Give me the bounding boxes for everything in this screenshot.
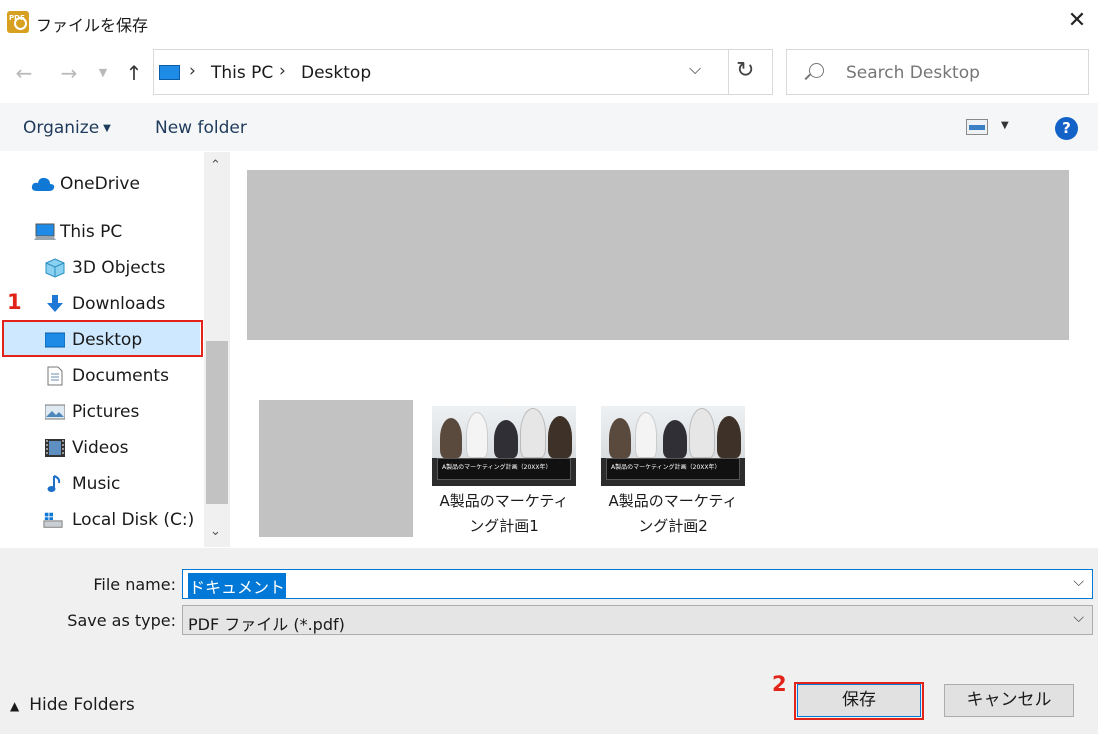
file-thumbnail[interactable]: A製品のマーケティング計画（20XX年） bbox=[601, 406, 745, 486]
caret-down-icon[interactable]: ▼ bbox=[1001, 120, 1009, 131]
search-icon bbox=[809, 63, 824, 78]
step-2-number: 2 bbox=[772, 672, 787, 696]
close-icon[interactable]: ✕ bbox=[1064, 8, 1090, 34]
app-icon-text: PDF bbox=[9, 14, 25, 22]
step-1-highlight bbox=[2, 320, 203, 357]
document-icon bbox=[47, 366, 63, 386]
divider bbox=[728, 50, 729, 94]
computer-icon bbox=[34, 223, 56, 240]
sidebar-item-onedrive[interactable]: OneDrive bbox=[0, 166, 198, 200]
chevron-down-icon[interactable]: ⌄ bbox=[210, 524, 221, 539]
cancel-button[interactable]: キャンセル bbox=[944, 684, 1074, 717]
hide-folders-label: Hide Folders bbox=[29, 695, 135, 715]
scrollbar-thumb[interactable] bbox=[206, 341, 228, 504]
caret-down-icon: ▼ bbox=[103, 123, 111, 134]
cube-icon bbox=[45, 258, 65, 278]
caret-up-icon: ▲ bbox=[10, 699, 20, 713]
sidebar-item-this-pc[interactable]: This PC bbox=[0, 214, 198, 248]
breadcrumb-this-pc[interactable]: This PC bbox=[211, 63, 273, 83]
save-form-panel: File name: ドキュメント ⌵ Save as type: PDF ファ… bbox=[0, 548, 1098, 734]
sidebar-item-music[interactable]: Music bbox=[0, 466, 198, 500]
window-title: ファイルを保存 bbox=[36, 16, 149, 35]
sidebar-item-label: Music bbox=[72, 474, 121, 494]
file-name-line: A製品のマーケティ bbox=[608, 492, 738, 510]
sidebar-item-label: 3D Objects bbox=[72, 258, 166, 278]
new-folder-button[interactable]: New folder bbox=[155, 118, 247, 138]
chevron-up-icon[interactable]: ⌃ bbox=[210, 158, 221, 173]
organize-label: Organize bbox=[23, 118, 100, 138]
sidebar-item-downloads[interactable]: Downloads bbox=[0, 286, 198, 320]
file-name-value[interactable]: ドキュメント bbox=[188, 573, 287, 599]
address-bar[interactable]: › This PC › Desktop ⌵ ↻ bbox=[153, 49, 773, 95]
save-as-type-select[interactable]: PDF ファイル (*.pdf) ⌵ bbox=[182, 605, 1093, 635]
sidebar-item-label: Pictures bbox=[72, 402, 140, 422]
sidebar-item-local-disk[interactable]: Local Disk (C:) bbox=[0, 502, 198, 536]
folder-thumbnail[interactable] bbox=[259, 400, 413, 537]
chevron-right-icon: › bbox=[189, 61, 196, 81]
thumbnail-caption: A製品のマーケティング計画（20XX年） bbox=[606, 458, 740, 480]
sidebar-item-pictures[interactable]: Pictures bbox=[0, 394, 198, 428]
hide-folders-button[interactable]: ▲ Hide Folders bbox=[10, 695, 135, 715]
download-arrow-icon bbox=[47, 295, 63, 312]
file-name-label: File name: bbox=[93, 575, 176, 594]
step-1-number: 1 bbox=[7, 290, 22, 314]
sidebar-item-label: Documents bbox=[72, 366, 169, 386]
file-name-label[interactable]: A製品のマーケティ ング計画1 bbox=[429, 489, 579, 539]
command-toolbar: Organize ▼ New folder ▼ ? bbox=[0, 103, 1098, 151]
search-input[interactable]: Search Desktop bbox=[846, 63, 980, 83]
chevron-right-icon: › bbox=[279, 61, 286, 81]
sidebar-scrollbar[interactable]: ⌃ ⌄ bbox=[204, 152, 230, 547]
file-name-line: ング計画1 bbox=[469, 517, 539, 535]
chevron-down-icon[interactable]: ⌵ bbox=[689, 59, 701, 79]
drive-icon bbox=[43, 512, 63, 528]
folder-thumbnail[interactable] bbox=[247, 170, 1069, 340]
pdf-app-icon: PDF bbox=[7, 11, 29, 33]
sidebar-item-documents[interactable]: Documents bbox=[0, 358, 198, 392]
file-name-line: ング計画2 bbox=[638, 517, 708, 535]
sidebar-item-label: Local Disk (C:) bbox=[72, 510, 195, 530]
sidebar-item-label: Videos bbox=[72, 438, 129, 458]
sidebar-item-label: This PC bbox=[60, 222, 123, 242]
file-list-area[interactable]: A製品のマーケティング計画（20XX年） A製品のマーケティ ング計画1 A製品… bbox=[231, 152, 1098, 547]
file-name-line: A製品のマーケティ bbox=[439, 492, 569, 510]
music-note-icon bbox=[47, 475, 61, 492]
sidebar-item-videos[interactable]: Videos bbox=[0, 430, 198, 464]
chevron-down-icon[interactable]: ⌵ bbox=[1073, 610, 1084, 626]
title-bar: PDF ファイルを保存 ✕ bbox=[0, 0, 1098, 44]
help-icon[interactable]: ? bbox=[1055, 117, 1078, 140]
search-box[interactable]: Search Desktop bbox=[786, 49, 1089, 95]
photo-thumbnail-image bbox=[432, 406, 576, 458]
arrow-right-icon[interactable]: → bbox=[57, 60, 81, 86]
navigation-row: ← → ▼ ↑ › This PC › Desktop ⌵ ↻ Search D… bbox=[0, 48, 1098, 100]
chevron-down-icon[interactable]: ▼ bbox=[95, 60, 111, 86]
sidebar-item-label: OneDrive bbox=[60, 174, 140, 194]
cloud-icon bbox=[31, 177, 55, 191]
view-options-icon[interactable] bbox=[966, 119, 988, 135]
sidebar-item-label: Downloads bbox=[72, 294, 166, 314]
desktop-icon bbox=[159, 65, 180, 80]
file-thumbnail[interactable]: A製品のマーケティング計画（20XX年） bbox=[432, 406, 576, 486]
thumbnail-caption: A製品のマーケティング計画（20XX年） bbox=[437, 458, 571, 480]
arrow-left-icon[interactable]: ← bbox=[12, 60, 36, 86]
refresh-icon[interactable]: ↻ bbox=[736, 58, 754, 83]
breadcrumb-desktop[interactable]: Desktop bbox=[301, 63, 371, 83]
chevron-down-icon[interactable]: ⌵ bbox=[1073, 574, 1084, 590]
sidebar-item-3d-objects[interactable]: 3D Objects bbox=[0, 250, 198, 284]
save-as-type-value: PDF ファイル (*.pdf) bbox=[188, 615, 345, 634]
photo-thumbnail-image bbox=[601, 406, 745, 458]
arrow-up-icon[interactable]: ↑ bbox=[122, 60, 146, 86]
step-2-highlight bbox=[794, 682, 924, 720]
save-as-type-label: Save as type: bbox=[67, 611, 176, 630]
picture-icon bbox=[45, 404, 65, 420]
file-name-label[interactable]: A製品のマーケティ ング計画2 bbox=[598, 489, 748, 539]
navigation-pane: OneDrive This PC 3D Objects Downloads De… bbox=[0, 152, 230, 547]
film-icon bbox=[45, 439, 65, 457]
organize-button[interactable]: Organize ▼ bbox=[23, 118, 111, 138]
file-name-input[interactable]: ドキュメント ⌵ bbox=[182, 569, 1093, 599]
